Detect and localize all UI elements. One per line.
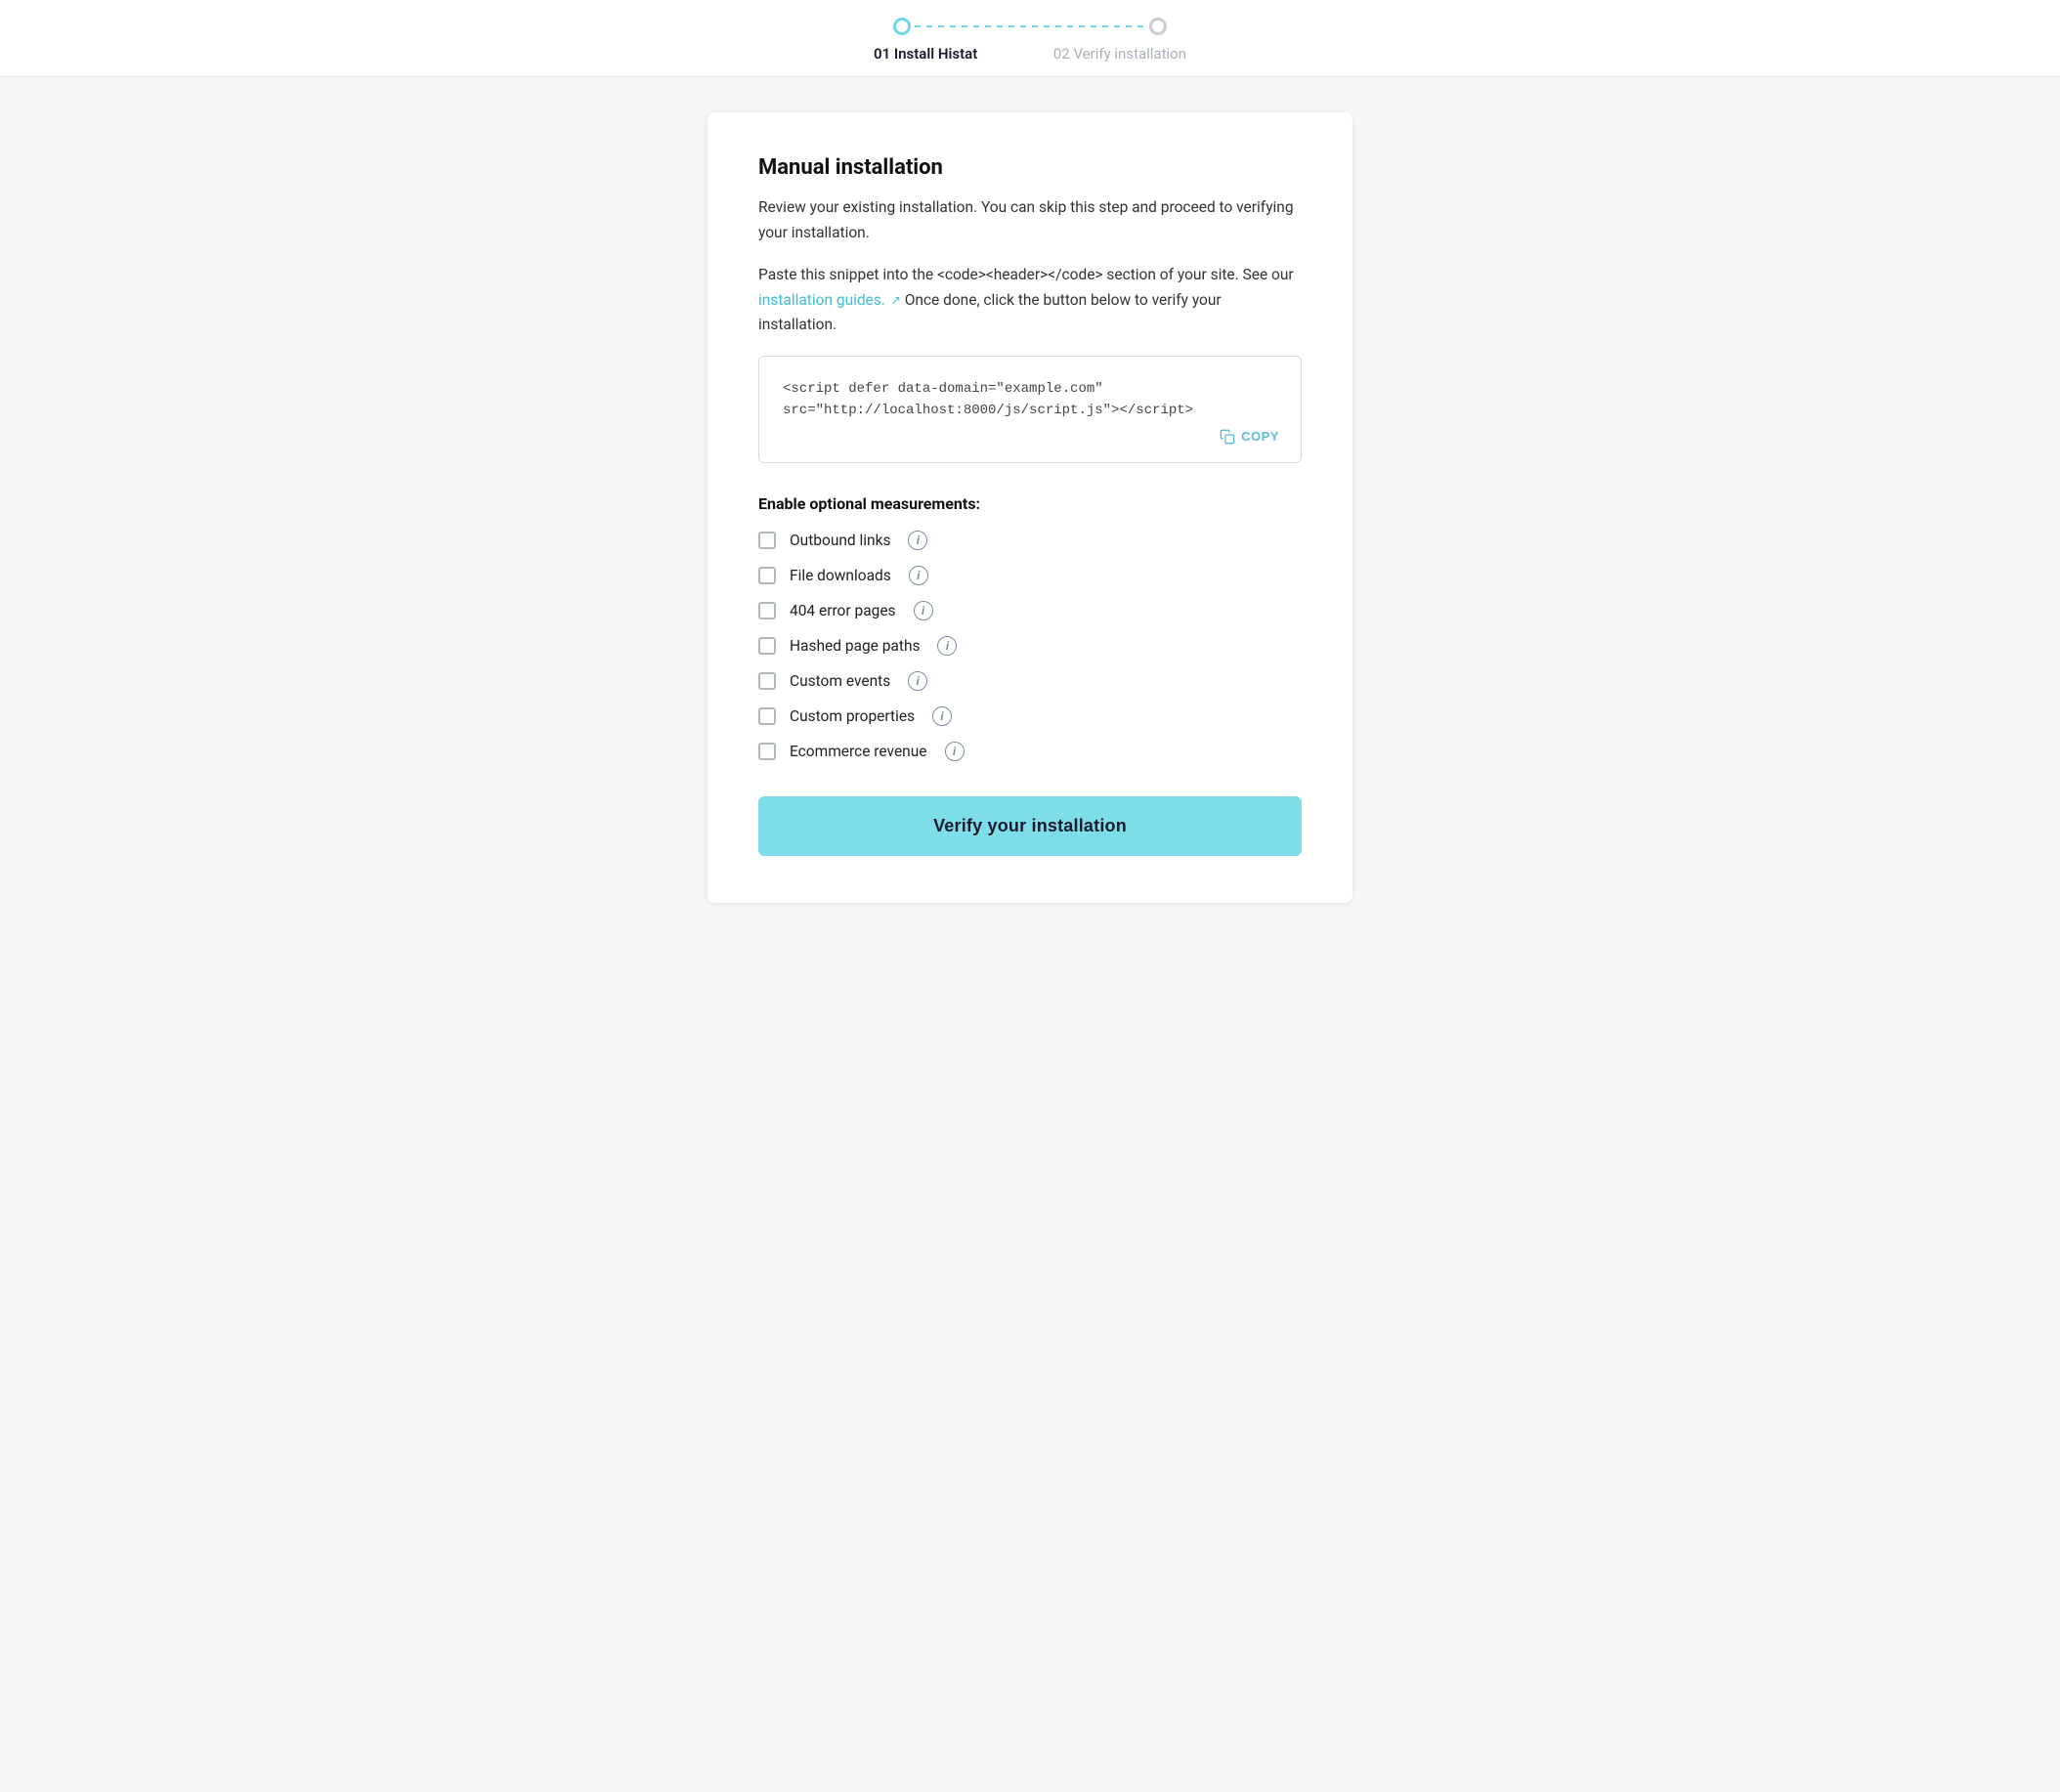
checkbox-item-error-pages[interactable]: 404 error pages i xyxy=(758,601,1302,620)
measurements-title: Enable optional measurements: xyxy=(758,494,1302,513)
code-snippet: <script defer data-domain="example.com" … xyxy=(783,378,1277,422)
label-custom-events: Custom events xyxy=(790,672,890,690)
label-file-downloads: File downloads xyxy=(790,567,891,584)
stepper-bar: 01 Install Histat 02 Verify installation xyxy=(0,0,2060,77)
external-link-icon: ↗ xyxy=(891,293,901,307)
section-title: Manual installation xyxy=(758,155,1302,180)
step1-circle xyxy=(893,18,911,35)
copy-label: COPY xyxy=(1241,429,1279,444)
label-ecommerce: Ecommerce revenue xyxy=(790,743,927,760)
info-icon-error-pages[interactable]: i xyxy=(914,601,933,620)
checkbox-custom-props[interactable] xyxy=(758,707,776,725)
stepper-track xyxy=(893,18,1167,35)
label-outbound: Outbound links xyxy=(790,532,890,549)
info-icon-custom-events[interactable]: i xyxy=(908,671,927,691)
label-hashed-paths: Hashed page paths xyxy=(790,637,920,655)
description-2: Paste this snippet into the <code><heade… xyxy=(758,263,1302,338)
checkbox-item-custom-events[interactable]: Custom events i xyxy=(758,671,1302,691)
step2-label: 02 Verify installation xyxy=(1053,45,1186,63)
checkbox-ecommerce[interactable] xyxy=(758,743,776,760)
label-custom-props: Custom properties xyxy=(790,707,915,725)
checkbox-item-ecommerce[interactable]: Ecommerce revenue i xyxy=(758,742,1302,761)
checkbox-item-outbound[interactable]: Outbound links i xyxy=(758,531,1302,550)
installation-guides-link[interactable]: installation guides. ↗ xyxy=(758,291,901,309)
stepper-labels: 01 Install Histat 02 Verify installation xyxy=(874,45,1186,63)
page-wrapper: Manual installation Review your existing… xyxy=(0,77,2060,961)
checkbox-file-downloads[interactable] xyxy=(758,567,776,584)
checkbox-item-custom-props[interactable]: Custom properties i xyxy=(758,706,1302,726)
info-icon-custom-props[interactable]: i xyxy=(932,706,952,726)
info-icon-ecommerce[interactable]: i xyxy=(945,742,965,761)
checkbox-hashed-paths[interactable] xyxy=(758,637,776,655)
checkbox-item-hashed-paths[interactable]: Hashed page paths i xyxy=(758,636,1302,656)
copy-icon xyxy=(1220,429,1235,445)
info-icon-outbound[interactable]: i xyxy=(908,531,927,550)
checkbox-error-pages[interactable] xyxy=(758,602,776,619)
checkbox-item-file-downloads[interactable]: File downloads i xyxy=(758,566,1302,585)
checkbox-outbound[interactable] xyxy=(758,532,776,549)
main-card: Manual installation Review your existing… xyxy=(708,112,1352,903)
verify-button[interactable]: Verify your installation xyxy=(758,796,1302,856)
info-icon-file-downloads[interactable]: i xyxy=(909,566,928,585)
step1-label: 01 Install Histat xyxy=(874,45,977,63)
step-line xyxy=(915,25,1145,27)
description-1: Review your existing installation. You c… xyxy=(758,195,1302,245)
code-box: <script defer data-domain="example.com" … xyxy=(758,356,1302,463)
checkbox-custom-events[interactable] xyxy=(758,672,776,690)
info-icon-hashed-paths[interactable]: i xyxy=(937,636,957,656)
copy-button[interactable]: COPY xyxy=(1214,425,1285,448)
step2-circle xyxy=(1149,18,1167,35)
checkbox-list: Outbound links i File downloads i 404 er… xyxy=(758,531,1302,761)
label-error-pages: 404 error pages xyxy=(790,602,896,619)
